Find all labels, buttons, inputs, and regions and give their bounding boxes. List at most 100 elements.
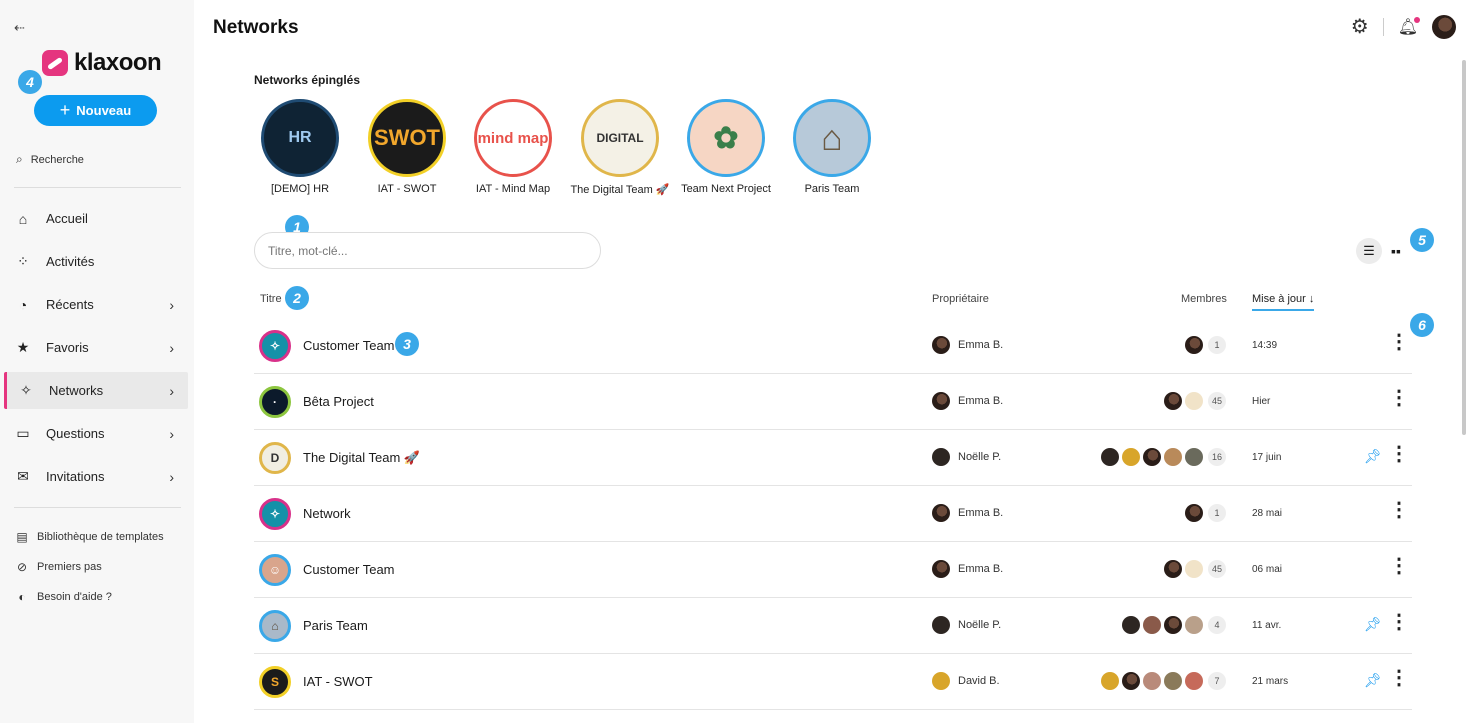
owner-avatar: [932, 560, 950, 578]
members-cell[interactable]: 16: [1101, 448, 1226, 466]
pinned-network[interactable]: mind map IAT - Mind Map: [460, 99, 566, 195]
network-title[interactable]: IAT - SWOT: [303, 674, 373, 689]
member-avatar: [1164, 448, 1182, 466]
network-title[interactable]: Paris Team: [303, 618, 368, 633]
owner-avatar: [932, 336, 950, 354]
filter-input[interactable]: [254, 232, 601, 269]
sidebar: ⇠ klaxoon 4 + Nouveau ⌕ Recherche ⌂ Accu…: [0, 0, 194, 723]
network-icon: ☺: [259, 554, 291, 586]
member-count: 45: [1208, 560, 1226, 578]
pinned-network-label: Team Next Project: [681, 183, 771, 195]
network-title[interactable]: Network: [303, 506, 351, 521]
network-title[interactable]: Customer Team: [303, 338, 395, 353]
user-avatar[interactable]: [1432, 14, 1456, 39]
sidebar-item-favoris[interactable]: ★ Favoris ›: [4, 329, 188, 366]
member-avatar: [1122, 616, 1140, 634]
member-avatar: [1185, 616, 1203, 634]
klaxoon-logo[interactable]: klaxoon: [42, 49, 162, 77]
network-title[interactable]: The Digital Team 🚀: [303, 450, 420, 466]
table-row[interactable]: ☺ Customer Team Emma B. 45 06 mai ⋮: [254, 542, 1412, 598]
owner-cell: Emma B.: [932, 560, 1003, 578]
member-avatar: [1185, 672, 1203, 690]
notifications-bell-icon[interactable]: 🔔︎: [1398, 16, 1420, 37]
pinned-network[interactable]: DIGITAL The Digital Team 🚀: [567, 99, 673, 196]
list-view-toggle[interactable]: ☰: [1356, 238, 1382, 264]
column-header-updated[interactable]: Mise à jour ↓: [1252, 293, 1315, 311]
sidebar-footer-label: Premiers pas: [37, 561, 102, 573]
sidebar-item-activites[interactable]: ⁘ Activités: [4, 243, 188, 280]
logo-text: klaxoon: [74, 49, 162, 76]
chevron-right-icon: ›: [169, 382, 174, 399]
pin-icon[interactable]: 📌︎: [1364, 672, 1382, 689]
sidebar-getting-started-link[interactable]: ⊘ Premiers pas: [16, 560, 102, 574]
sidebar-footer-label: Bibliothèque de templates: [37, 531, 164, 543]
more-options-icon[interactable]: ⋮: [1389, 612, 1409, 632]
pinned-network[interactable]: HR [DEMO] HR: [247, 99, 353, 195]
members-cell[interactable]: 4: [1122, 616, 1226, 634]
search-label: Recherche: [30, 153, 84, 166]
members-cell[interactable]: 45: [1164, 560, 1226, 578]
new-button[interactable]: + Nouveau: [34, 95, 157, 126]
table-row[interactable]: ⌂ Paris Team Noëlle P. 4 11 avr. 📌︎ ⋮: [254, 598, 1412, 654]
members-cell[interactable]: 45: [1164, 392, 1226, 410]
member-avatar: [1185, 448, 1203, 466]
pinned-network-label: IAT - Mind Map: [475, 183, 551, 195]
search-link[interactable]: ⌕ Recherche: [16, 152, 84, 167]
sidebar-item-label: Questions: [46, 426, 105, 441]
list-icon: ☰: [1363, 243, 1375, 258]
grid-icon: ▪▪: [1391, 243, 1401, 259]
member-count: 1: [1208, 504, 1226, 522]
pin-icon[interactable]: 📌︎: [1364, 448, 1382, 465]
column-header-owner[interactable]: Propriétaire: [932, 293, 989, 305]
table-row[interactable]: S IAT - SWOT David B. 7 21 mars 📌︎ ⋮: [254, 654, 1412, 710]
sidebar-item-accueil[interactable]: ⌂ Accueil: [4, 200, 188, 237]
column-header-members[interactable]: Membres: [1181, 293, 1227, 305]
more-options-icon[interactable]: ⋮: [1389, 556, 1409, 576]
more-options-icon[interactable]: ⋮: [1389, 668, 1409, 688]
chevron-right-icon: ›: [169, 425, 174, 442]
more-options-icon[interactable]: ⋮: [1389, 500, 1409, 520]
member-avatar: [1164, 672, 1182, 690]
pin-icon[interactable]: 📌︎: [1364, 616, 1382, 633]
table-row[interactable]: D The Digital Team 🚀 Noëlle P. 16 17 jui…: [254, 430, 1412, 486]
pinned-network[interactable]: ⌂ Paris Team: [779, 99, 885, 195]
sidebar-item-label: Favoris: [46, 340, 89, 355]
star-icon: ★: [16, 339, 30, 355]
updated-date: 14:39: [1252, 340, 1278, 351]
member-count: 16: [1208, 448, 1226, 466]
pinned-network-image: ✿: [687, 99, 765, 177]
members-cell[interactable]: 1: [1185, 336, 1226, 354]
sidebar-item-label: Activités: [46, 254, 95, 269]
grid-view-toggle[interactable]: ▪▪: [1391, 243, 1401, 259]
sidebar-item-label: Invitations: [46, 469, 105, 484]
network-title[interactable]: Bêta Project: [303, 394, 374, 409]
table-row[interactable]: · Bêta Project Emma B. 45 Hier ⋮: [254, 374, 1412, 430]
table-row[interactable]: ✧ Customer Team Emma B. 1 14:39 ⋮: [254, 318, 1412, 374]
sidebar-templates-link[interactable]: ▤ Bibliothèque de templates: [16, 530, 164, 544]
collapse-sidebar-icon[interactable]: ⇠: [14, 20, 25, 36]
chevron-right-icon: ›: [169, 468, 174, 485]
sidebar-help-link[interactable]: ◐ Besoin d'aide ?: [16, 590, 112, 604]
sidebar-item-questions[interactable]: ▭ Questions ›: [4, 415, 188, 452]
scrollbar[interactable]: [1462, 60, 1466, 435]
more-options-icon[interactable]: ⋮: [1389, 332, 1409, 352]
network-title[interactable]: Customer Team: [303, 562, 395, 577]
sidebar-item-invitations[interactable]: ✉ Invitations ›: [4, 458, 188, 495]
members-cell[interactable]: 7: [1101, 672, 1226, 690]
member-avatar: [1101, 672, 1119, 690]
page-title: Networks: [213, 17, 299, 38]
member-avatar: [1164, 392, 1182, 410]
pinned-network[interactable]: ✿ Team Next Project: [673, 99, 779, 195]
settings-gear-icon[interactable]: ⚙: [1351, 14, 1369, 39]
owner-name: Noëlle P.: [958, 619, 1002, 631]
owner-avatar: [932, 504, 950, 522]
members-cell[interactable]: 1: [1185, 504, 1226, 522]
table-row[interactable]: ✧ Network Emma B. 1 28 mai ⋮: [254, 486, 1412, 542]
pinned-network-label: [DEMO] HR: [270, 183, 330, 195]
pinned-network[interactable]: SWOT IAT - SWOT: [354, 99, 460, 195]
sidebar-item-networks[interactable]: ✧ Networks ›: [4, 372, 188, 409]
more-options-icon[interactable]: ⋮: [1389, 388, 1409, 408]
sidebar-item-recents[interactable]: ◔ Récents ›: [4, 286, 188, 323]
column-header-title[interactable]: Titre: [260, 293, 282, 305]
more-options-icon[interactable]: ⋮: [1389, 444, 1409, 464]
